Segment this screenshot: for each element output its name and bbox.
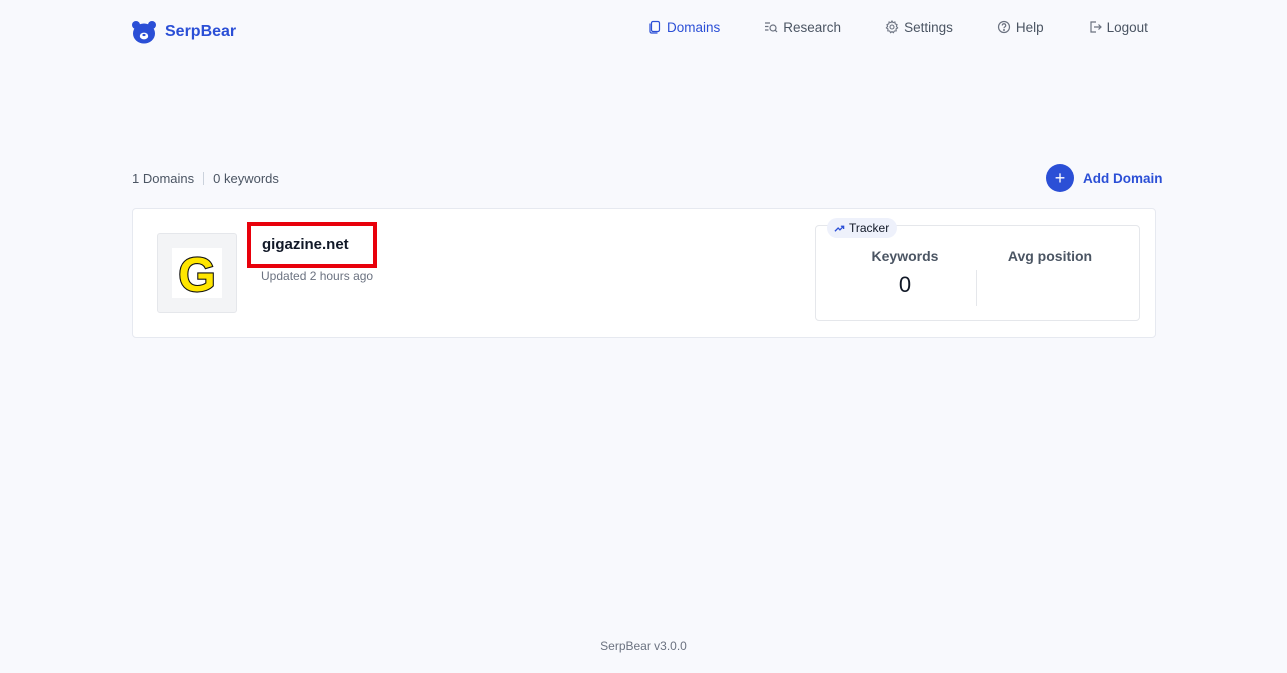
summary-divider <box>203 172 205 185</box>
domain-count: 1 Domains <box>132 171 195 186</box>
avg-position-metric: Avg position <box>969 248 1131 272</box>
plus-icon: + <box>1046 164 1074 192</box>
gear-icon <box>885 20 899 34</box>
domain-name-link[interactable]: gigazine.net <box>247 222 377 268</box>
nav-help[interactable]: Help <box>997 18 1044 36</box>
nav-research-label: Research <box>783 19 842 35</box>
app-version-footer: SerpBear v3.0.0 <box>600 639 687 653</box>
bear-logo-icon <box>132 21 156 44</box>
domain-updated-text: Updated 2 hours ago <box>261 269 374 283</box>
keywords-metric-value: 0 <box>898 272 912 297</box>
nav-settings-label: Settings <box>904 19 953 35</box>
main-nav: Domains Research Settings Help Logout <box>648 18 1148 36</box>
help-icon <box>997 20 1010 34</box>
tracker-badge: Tracker <box>827 218 898 238</box>
domains-summary: 1 Domains 0 keywords <box>132 171 279 186</box>
trending-up-icon <box>834 225 845 232</box>
nav-logout[interactable]: Logout <box>1088 18 1148 36</box>
metric-divider <box>976 270 977 306</box>
app-logo[interactable]: SerpBear <box>131 20 236 44</box>
nav-settings[interactable]: Settings <box>885 18 953 36</box>
avg-position-metric-label: Avg position <box>1007 248 1093 264</box>
nav-logout-label: Logout <box>1106 19 1148 35</box>
app-name: SerpBear <box>165 23 237 40</box>
keywords-metric-label: Keywords <box>871 248 939 264</box>
favicon-letter: G <box>178 249 215 298</box>
tracker-badge-label: Tracker <box>849 221 890 235</box>
nav-domains[interactable]: Domains <box>648 18 720 36</box>
domains-icon <box>649 20 661 34</box>
add-domain-label: Add Domain <box>1083 170 1163 186</box>
tracker-stats: Tracker Keywords 0 Avg position <box>815 218 1140 321</box>
domain-card[interactable]: G gigazine.net Updated 2 hours ago Track… <box>132 208 1156 338</box>
logout-icon <box>1090 21 1102 33</box>
favicon-g-icon: G <box>172 248 222 298</box>
nav-domains-label: Domains <box>667 19 721 35</box>
nav-help-label: Help <box>1015 19 1044 35</box>
keywords-metric: Keywords 0 <box>824 248 986 298</box>
nav-research[interactable]: Research <box>764 18 841 36</box>
add-domain-button[interactable]: + Add Domain <box>1046 164 1163 192</box>
research-icon <box>765 22 778 33</box>
top-bar: SerpBear Domains Research Settings Help … <box>0 0 1287 60</box>
domain-favicon: G <box>157 233 237 313</box>
keyword-count: 0 keywords <box>213 171 279 186</box>
